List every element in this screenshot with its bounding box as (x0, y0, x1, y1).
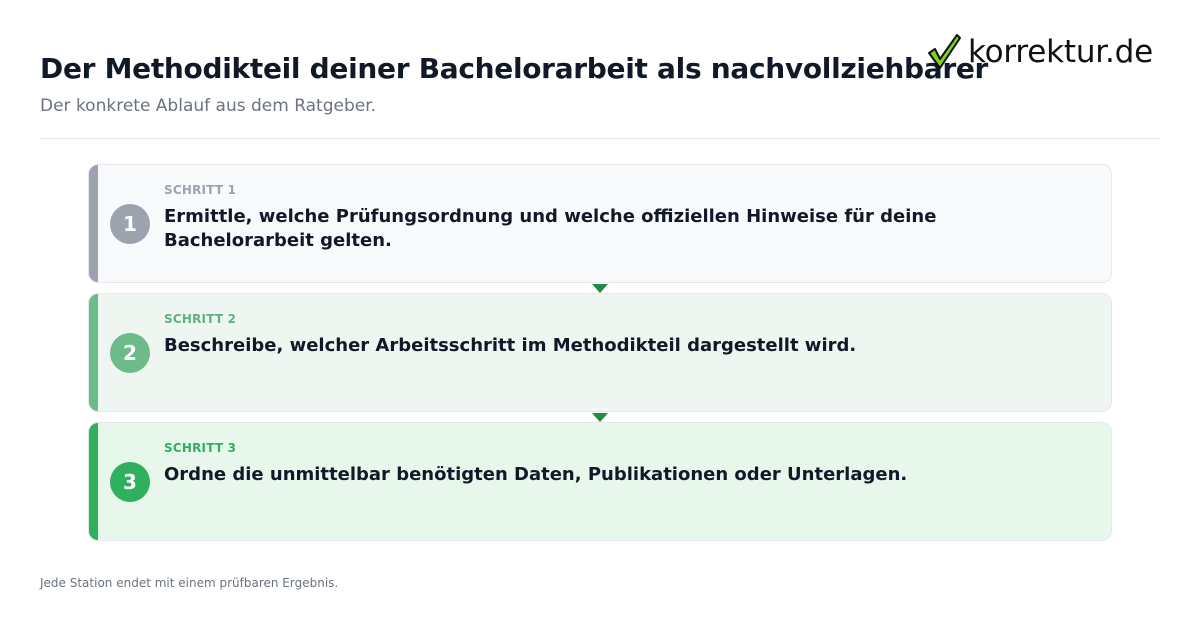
step-description: Ermittle, welche Prüfungsordnung und wel… (164, 206, 937, 251)
step-accent-bar (89, 294, 98, 411)
connector-arrow-icon (592, 284, 608, 293)
step-description: Ordne die unmittelbar benötigten Daten, … (164, 464, 908, 485)
connector-arrow-icon (592, 413, 608, 422)
checkmark-icon (928, 34, 961, 69)
step-card-2: 2 SCHRITT 2 Beschreibe, welcher Arbeitss… (88, 293, 1112, 412)
header-divider (40, 138, 1160, 139)
infographic: Der Methodikteil deiner Bachelorarbeit a… (0, 0, 1200, 630)
step-number-badge: 1 (110, 204, 150, 244)
page-subtitle: Der konkrete Ablauf aus dem Ratgeber. (40, 96, 377, 116)
step-label: SCHRITT 3 (164, 441, 237, 455)
footer-note: Jede Station endet mit einem prüfbaren E… (40, 576, 339, 590)
step-number-badge: 3 (110, 462, 150, 502)
step-label: SCHRITT 2 (164, 312, 237, 326)
brand-name: korrektur.de (968, 34, 1154, 70)
step-description: Beschreibe, welcher Arbeitsschritt im Me… (164, 335, 857, 356)
step-accent-bar (89, 423, 98, 540)
step-label: SCHRITT 1 (164, 183, 237, 197)
step-card-1: 1 SCHRITT 1 Ermittle, welche Prüfungsord… (88, 164, 1112, 283)
brand-logo: korrektur.de (926, 30, 1153, 74)
step-accent-bar (89, 165, 98, 282)
step-card-3: 3 SCHRITT 3 Ordne die unmittelbar benöti… (88, 422, 1112, 541)
step-number-badge: 2 (110, 333, 150, 373)
page-title: Der Methodikteil deiner Bachelorarbeit a… (40, 52, 989, 85)
